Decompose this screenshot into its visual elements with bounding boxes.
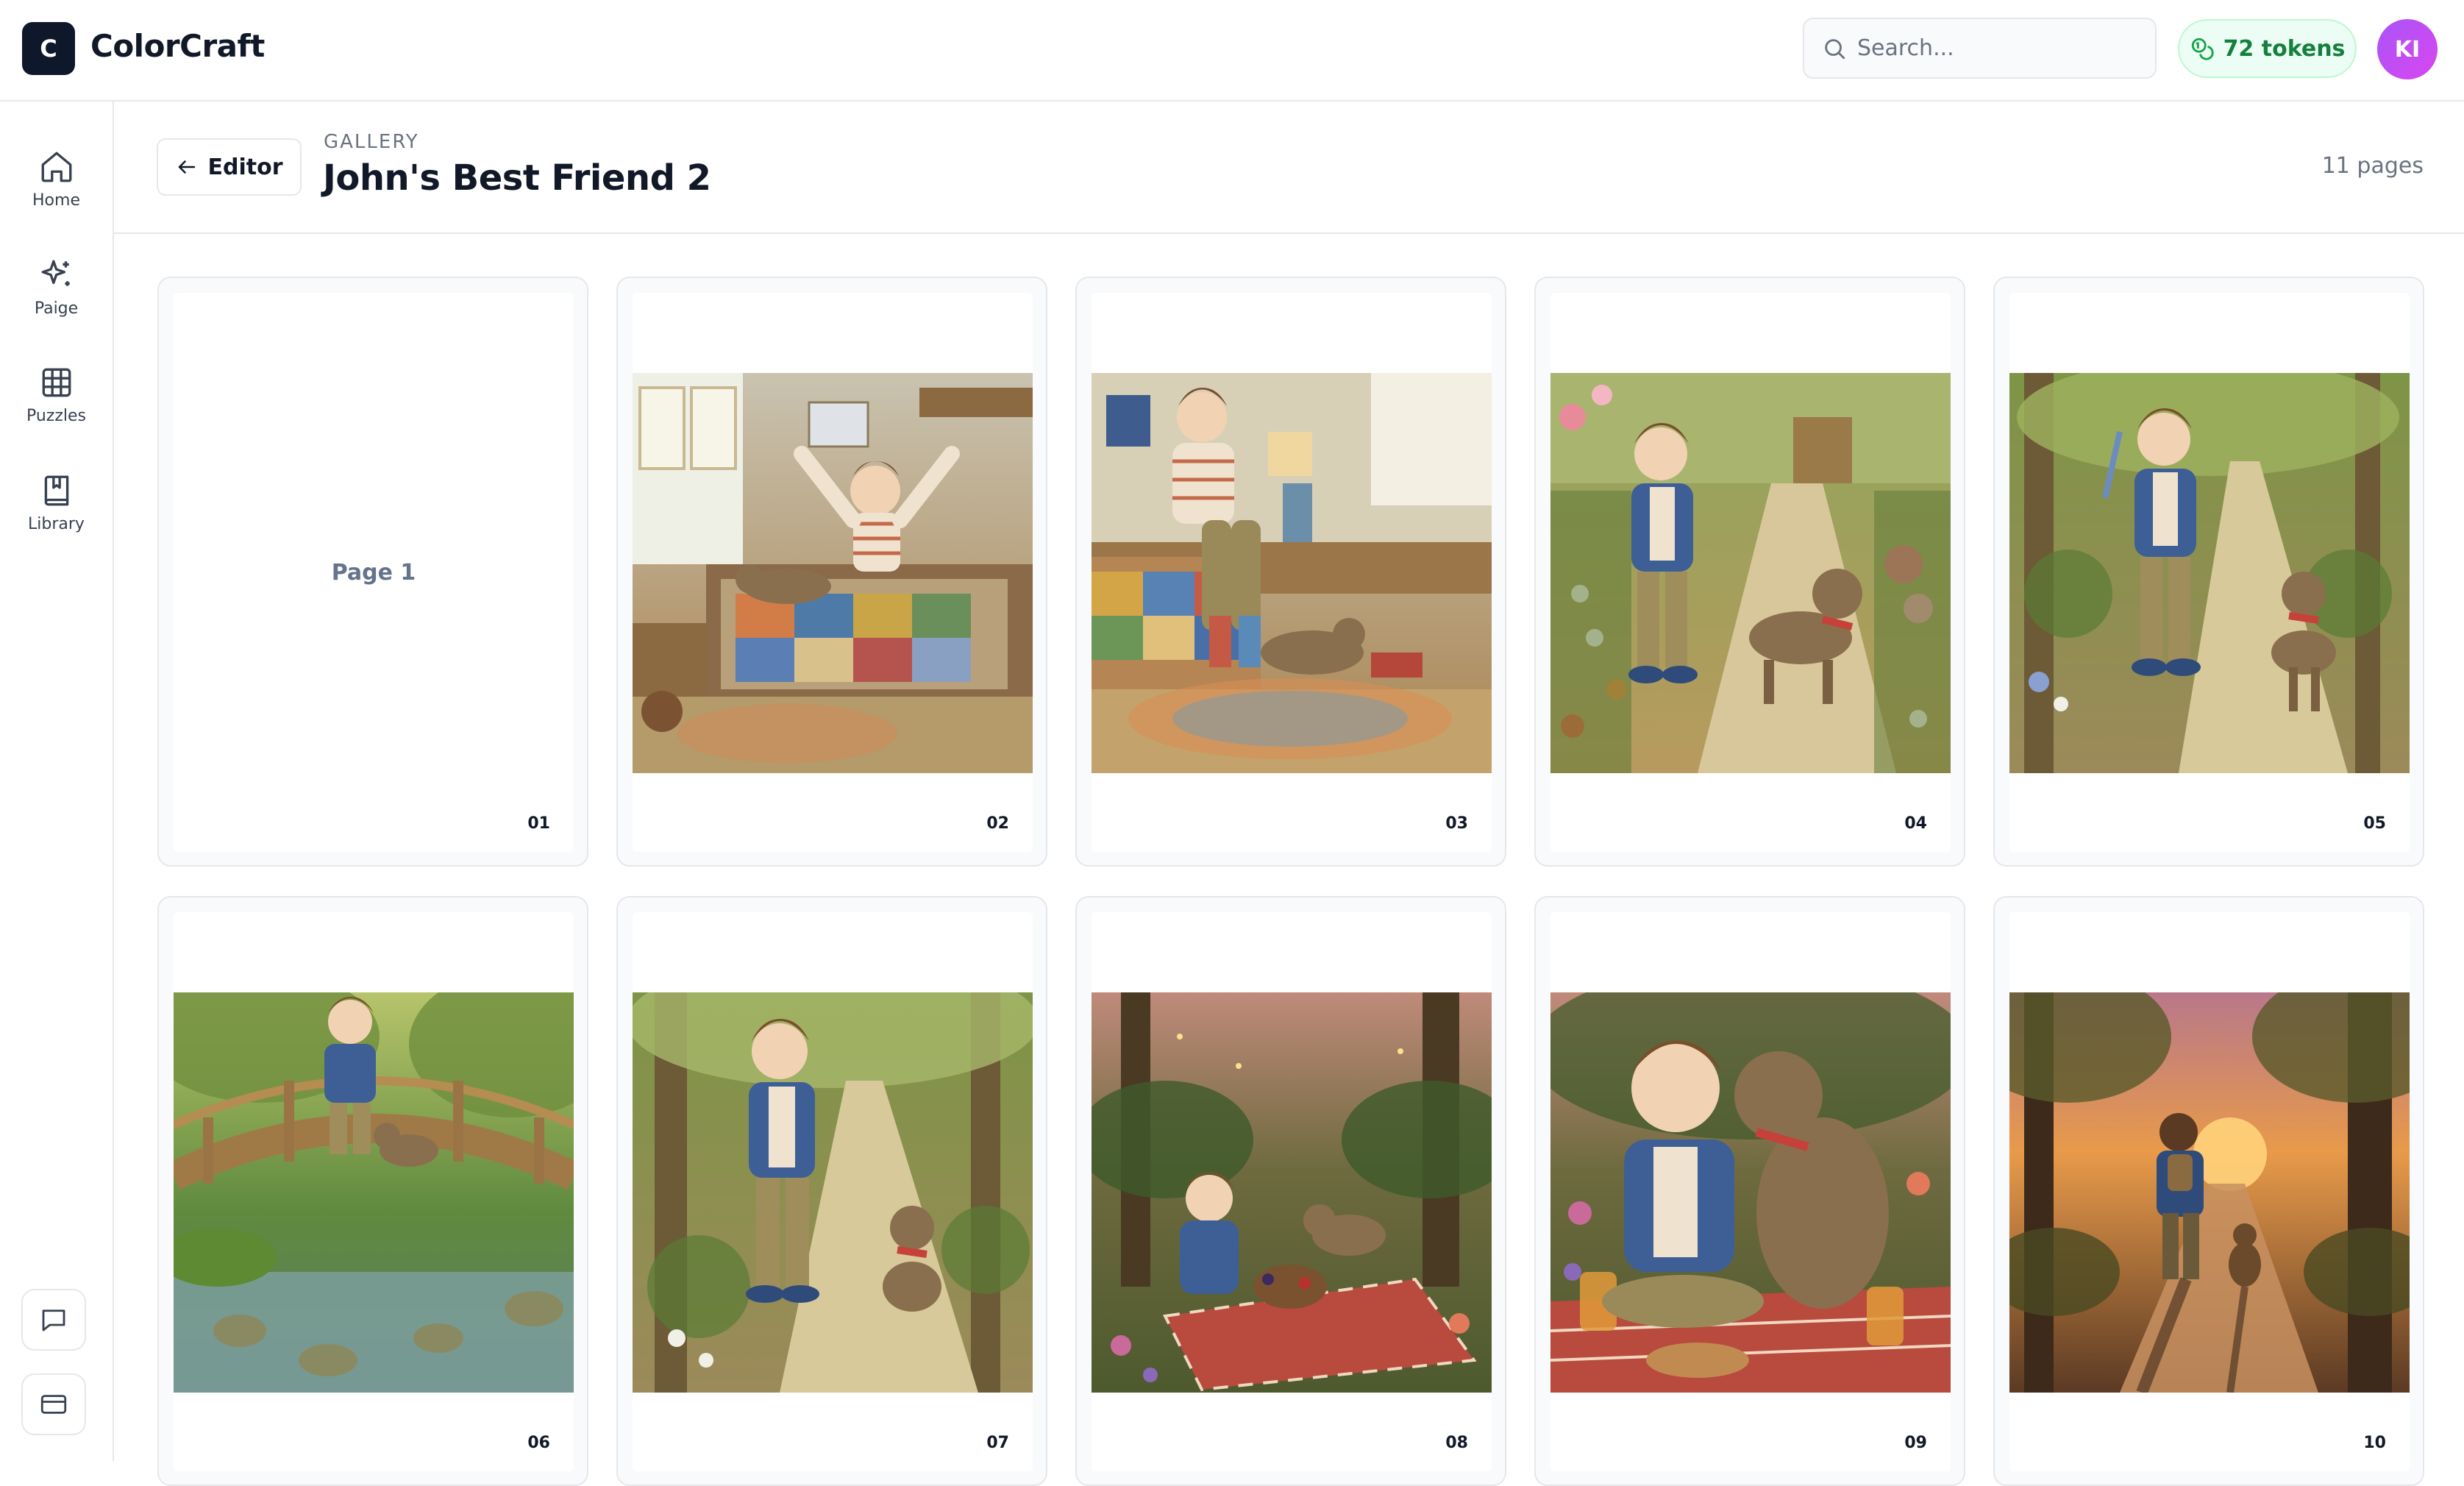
page-number: 03 (1445, 814, 1468, 833)
section-eyebrow: GALLERY (324, 131, 419, 153)
page-card-10[interactable]: 10 (1993, 896, 2424, 1486)
page-number: 04 (1904, 814, 1927, 833)
page-number: 08 (1445, 1434, 1468, 1452)
page-number: 07 (986, 1434, 1009, 1452)
sidebar: Home Paige Puzzles Library (0, 102, 114, 1461)
page-illustration (1092, 992, 1492, 1393)
picnic-dusk-illustration (1092, 992, 1492, 1393)
page-card-09[interactable]: 09 (1534, 896, 1965, 1486)
card-icon (40, 1395, 67, 1414)
tokens-label: 72 tokens (2223, 35, 2346, 62)
page-card-surface: 04 (1550, 293, 1951, 852)
sparkles-icon (41, 260, 70, 286)
page-illustration (1550, 992, 1951, 1393)
garden-path-illustration (1550, 373, 1951, 773)
page-card-surface: 03 (1092, 293, 1492, 852)
feedback-button[interactable] (21, 1289, 86, 1351)
page-number: 10 (2363, 1434, 2386, 1452)
home-icon (41, 152, 71, 182)
page-card-07[interactable]: 07 (616, 896, 1047, 1486)
sidebar-item-label: Home (32, 191, 80, 210)
page-card-surface: 05 (2009, 293, 2410, 852)
bridge-stream-illustration (174, 992, 574, 1393)
forest-walk-illustration (633, 992, 1033, 1393)
sidebar-item-label: Library (28, 514, 85, 533)
page-card-surface: 02 (633, 293, 1033, 852)
page-illustration (1092, 373, 1492, 773)
back-to-editor-button[interactable]: Editor (157, 138, 302, 196)
page-card-06[interactable]: 06 (157, 896, 588, 1486)
page-number: 05 (2363, 814, 2386, 833)
page-illustration (2009, 992, 2410, 1393)
sidebar-item-label: Puzzles (26, 406, 87, 425)
page-placeholder-label: Page 1 (331, 559, 416, 586)
book-icon (44, 475, 68, 505)
page-illustration (633, 992, 1033, 1393)
page-card-surface: Page 1 01 (174, 293, 574, 852)
app-logo-mark[interactable]: C (22, 22, 75, 75)
search-icon (1825, 38, 1845, 59)
page-card-05[interactable]: 05 (1993, 277, 2424, 867)
page-card-03[interactable]: 03 (1075, 277, 1506, 867)
arrow-left-icon (178, 160, 195, 174)
page-card-surface: 07 (633, 912, 1033, 1471)
page-illustration (2009, 373, 2410, 773)
sidebar-item-label: Paige (34, 299, 79, 318)
page-illustration (174, 992, 574, 1393)
page-number: 01 (527, 814, 550, 833)
search-box[interactable] (1803, 18, 2157, 79)
back-button-label: Editor (207, 154, 283, 180)
page-card-surface: 06 (174, 912, 574, 1471)
app-name[interactable]: ColorCraft (90, 28, 265, 64)
message-icon (42, 1309, 65, 1332)
picnic-laugh-illustration (1550, 992, 1951, 1393)
page-header: Editor GALLERY John's Best Friend 2 11 p… (114, 102, 2464, 234)
sunset-walk-illustration (2009, 992, 2410, 1393)
page-card-surface: 08 (1092, 912, 1492, 1471)
sidebar-item-library[interactable]: Library (0, 455, 113, 550)
page-card-01[interactable]: Page 1 01 (157, 277, 588, 867)
page-illustration (633, 373, 1033, 773)
page-card-surface: 09 (1550, 912, 1951, 1471)
bedroom-socks-illustration (1092, 373, 1492, 773)
user-avatar[interactable]: KI (2377, 19, 2438, 79)
grid-icon (42, 368, 71, 397)
forest-path-illustration (2009, 373, 2410, 773)
sidebar-item-paige[interactable]: Paige (0, 239, 113, 335)
coins-icon (2191, 38, 2214, 60)
page-number: 02 (986, 814, 1009, 833)
billing-button[interactable] (21, 1373, 86, 1435)
search-input[interactable] (1857, 35, 2137, 61)
tokens-badge[interactable]: 72 tokens (2178, 19, 2357, 78)
page-card-surface: 10 (2009, 912, 2410, 1471)
top-bar: C ColorCraft 72 tokens KI (0, 0, 2464, 102)
page-count: 11 pages (2321, 153, 2424, 179)
page-card-02[interactable]: 02 (616, 277, 1047, 867)
page-card-08[interactable]: 08 (1075, 896, 1506, 1486)
page-number: 09 (1904, 1434, 1927, 1452)
page-number: 06 (527, 1434, 550, 1452)
page-title: John's Best Friend 2 (323, 157, 711, 199)
page-illustration (1550, 373, 1951, 773)
page-card-04[interactable]: 04 (1534, 277, 1965, 867)
sidebar-item-puzzles[interactable]: Puzzles (0, 346, 113, 442)
bedroom-illustration (633, 373, 1033, 773)
sidebar-item-home[interactable]: Home (0, 131, 113, 227)
